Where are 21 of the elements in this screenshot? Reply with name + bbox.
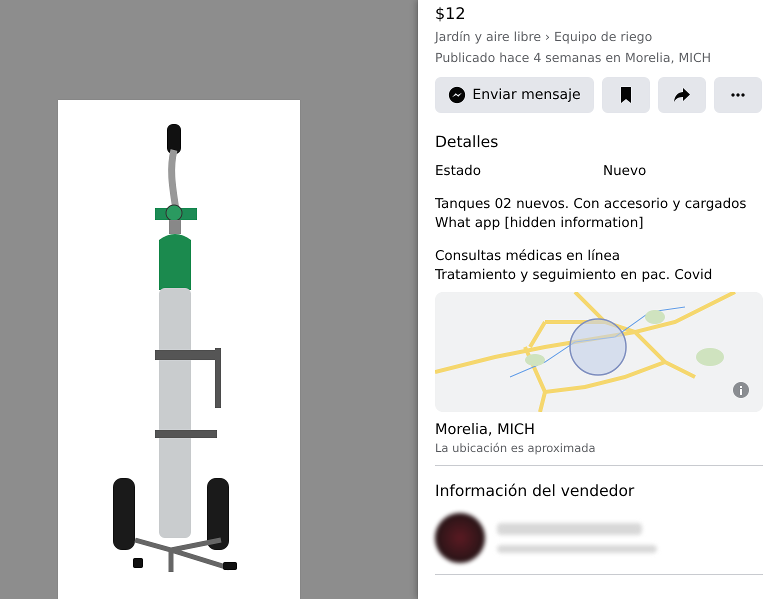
posted-info: Publicado hace 4 semanas en Morelia, MICH <box>435 49 712 67</box>
messenger-icon <box>448 86 466 104</box>
description-line: What app [hidden information] <box>435 214 645 233</box>
attribute-value: Nuevo <box>603 162 646 181</box>
share-arrow-icon <box>673 87 691 103</box>
location-note: La ubicación es aproximada <box>435 440 597 457</box>
description-line: Tanques 02 nuevos. Con accesorio y cargados <box>435 195 748 214</box>
location-name: Morelia, MICH <box>435 421 536 440</box>
bookmark-icon <box>620 87 632 103</box>
share-button[interactable] <box>658 77 706 113</box>
category-path: Jardín y aire libre › Equipo de riego <box>435 28 654 46</box>
attribute-label: Estado <box>435 162 482 181</box>
listing-price: $12 <box>435 3 467 25</box>
message-button[interactable]: Enviar mensaje <box>435 77 594 113</box>
more-icon <box>731 93 745 97</box>
avatar[interactable] <box>435 513 485 563</box>
description-line: Tratamiento y seguimiento en pac. Covid <box>435 266 714 285</box>
section-title: Detalles <box>435 132 500 153</box>
description-line: Consultas médicas en línea <box>435 247 622 266</box>
section-title: Información del vendedor <box>435 481 636 502</box>
save-button[interactable] <box>602 77 650 113</box>
